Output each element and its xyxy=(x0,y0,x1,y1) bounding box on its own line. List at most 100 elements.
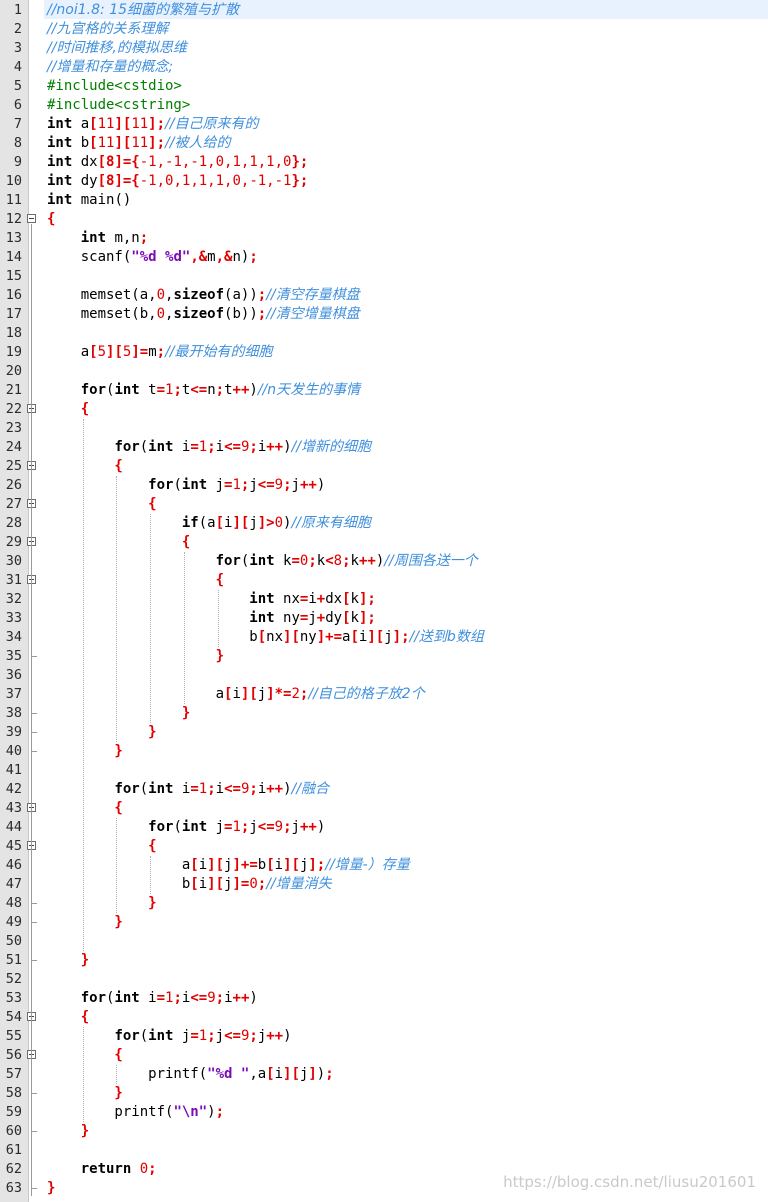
code-line[interactable]: 25 { xyxy=(0,457,768,476)
code-line[interactable]: 3 //时间推移,的模拟思维 xyxy=(0,39,768,58)
code-line[interactable]: 2 //九宫格的关系理解 xyxy=(0,20,768,39)
code-token: ]; xyxy=(358,610,376,626)
code-token: #include<cstdio> xyxy=(47,78,182,94)
code-line[interactable]: 60 } xyxy=(0,1122,768,1141)
code-line[interactable]: 35 } xyxy=(0,647,768,666)
code-line[interactable]: 37 a[i][j]*=2;//自己的格子放2个 xyxy=(0,685,768,704)
code-line[interactable]: 4 //增量和存量的概念; xyxy=(0,58,768,77)
code-line[interactable]: 5 #include<cstdio> xyxy=(0,77,768,96)
code-line[interactable]: 50 xyxy=(0,932,768,951)
code-line[interactable]: 6 #include<cstring> xyxy=(0,96,768,115)
code-line[interactable]: 30 for(int k=0;k<8;k++)//周围各送一个 xyxy=(0,552,768,571)
code-line[interactable]: 12 { xyxy=(0,210,768,229)
code-line[interactable]: 18 xyxy=(0,324,768,343)
code-token: int xyxy=(47,154,73,170)
code-token: int xyxy=(148,1028,174,1044)
line-number: 6 xyxy=(13,97,22,113)
code-line[interactable]: 15 xyxy=(0,267,768,286)
code-line[interactable]: 49 } xyxy=(0,913,768,932)
line-number: 58 xyxy=(5,1085,22,1101)
code-line[interactable]: 45 { xyxy=(0,837,768,856)
code-line[interactable]: 21 for(int t=1;t<=n;t++)//n天发生的事情 xyxy=(0,381,768,400)
code-line[interactable]: 1 //noi1.8: 15细菌的繁殖与扩散 xyxy=(0,1,768,20)
code-token: ) xyxy=(249,990,258,1006)
code-token: //原来有细胞 xyxy=(291,515,371,531)
code-token: j xyxy=(249,477,258,493)
code-token: { xyxy=(47,496,157,512)
code-text: int nx=i+dx[k]; xyxy=(47,590,376,609)
code-line[interactable]: 54 { xyxy=(0,1008,768,1027)
code-line[interactable]: 51 } xyxy=(0,951,768,970)
line-number: 55 xyxy=(5,1028,22,1044)
code-token: int xyxy=(114,990,140,1006)
code-line[interactable]: 7 int a[11][11];//自己原来有的 xyxy=(0,115,768,134)
code-token: ][ xyxy=(367,629,385,645)
code-line[interactable]: 61 xyxy=(0,1141,768,1160)
code-token: int xyxy=(148,781,174,797)
code-line[interactable]: 10 int dy[8]={-1,0,1,1,1,0,-1,-1}; xyxy=(0,172,768,191)
code-token: m,n xyxy=(106,230,140,246)
code-line[interactable]: 33 int ny=j+dy[k]; xyxy=(0,609,768,628)
code-line[interactable]: 23 xyxy=(0,419,768,438)
code-line[interactable]: 43 { xyxy=(0,799,768,818)
code-line[interactable]: 17 memset(b,0,sizeof(b));//清空增量棋盘 xyxy=(0,305,768,324)
code-line[interactable]: 26 for(int j=1;j<=9;j++) xyxy=(0,476,768,495)
code-line[interactable]: 24 for(int i=1;i<=9;i++)//增新的细胞 xyxy=(0,438,768,457)
code-line[interactable]: 55 for(int j=1;j<=9;j++) xyxy=(0,1027,768,1046)
code-line[interactable]: 27 { xyxy=(0,495,768,514)
code-line[interactable]: 52 xyxy=(0,970,768,989)
code-line[interactable]: 46 a[i][j]+=b[i][j];//增量-）存量 xyxy=(0,856,768,875)
code-line[interactable]: 16 memset(a,0,sizeof(a));//清空存量棋盘 xyxy=(0,286,768,305)
fold-toggle-icon[interactable] xyxy=(27,214,36,223)
code-token: b xyxy=(47,876,191,892)
code-line[interactable]: 28 if(a[i][j]>0)//原来有细胞 xyxy=(0,514,768,533)
code-token: ][ xyxy=(207,857,225,873)
code-text: int m,n; xyxy=(47,229,148,248)
code-editor[interactable]: 1 //noi1.8: 15细菌的繁殖与扩散 2 //九宫格的关系理解 3 //时间推移,… xyxy=(0,0,768,1202)
code-line[interactable]: 20 xyxy=(0,362,768,381)
code-token: ++ xyxy=(266,439,284,455)
code-line[interactable]: 8 int b[11][11];//被人给的 xyxy=(0,134,768,153)
code-token: { xyxy=(47,800,123,816)
code-line[interactable]: 38 } xyxy=(0,704,768,723)
code-token: }; xyxy=(291,154,309,170)
code-line[interactable]: 44 for(int j=1;j<=9;j++) xyxy=(0,818,768,837)
code-line[interactable]: 41 xyxy=(0,761,768,780)
code-line[interactable]: 56 { xyxy=(0,1046,768,1065)
code-token: k xyxy=(350,591,359,607)
code-line[interactable]: 14 scanf("%d %d",&m,&n); xyxy=(0,248,768,267)
code-line[interactable]: 11 int main() xyxy=(0,191,768,210)
code-token: scanf( xyxy=(47,249,132,265)
code-line[interactable]: 13 int m,n; xyxy=(0,229,768,248)
code-line[interactable]: 40 } xyxy=(0,742,768,761)
code-line[interactable]: 29 { xyxy=(0,533,768,552)
code-line[interactable]: 58 } xyxy=(0,1084,768,1103)
code-text: } xyxy=(47,647,224,666)
code-token: }; xyxy=(291,173,309,189)
code-line[interactable]: 47 b[i][j]=0;//增量消失 xyxy=(0,875,768,894)
code-line[interactable]: 19 a[5][5]=m;//最开始有的细胞 xyxy=(0,343,768,362)
line-number: 5 xyxy=(13,78,22,94)
code-line[interactable]: 36 xyxy=(0,666,768,685)
code-line[interactable]: 39 } xyxy=(0,723,768,742)
code-line[interactable]: 9 int dx[8]={-1,-1,-1,0,1,1,1,0}; xyxy=(0,153,768,172)
code-line[interactable]: 53 for(int i=1;i<=9;i++) xyxy=(0,989,768,1008)
code-token: ; xyxy=(215,382,225,398)
code-line[interactable]: 48 } xyxy=(0,894,768,913)
code-line[interactable]: 34 b[nx][ny]+=a[i][j];//送到b数组 xyxy=(0,628,768,647)
code-line[interactable]: 59 printf("\n"); xyxy=(0,1103,768,1122)
code-token: { xyxy=(47,1047,123,1063)
code-line[interactable]: 57 printf("%d ",a[i][j]); xyxy=(0,1065,768,1084)
code-text: for(int i=1;i<=9;i++)//增新的细胞 xyxy=(47,438,371,457)
code-token: dx xyxy=(325,591,343,607)
code-line[interactable]: 31 { xyxy=(0,571,768,590)
code-token: a xyxy=(47,344,90,360)
code-line[interactable]: 42 for(int i=1;i<=9;i++)//融合 xyxy=(0,780,768,799)
code-token: ][ xyxy=(207,876,225,892)
code-line[interactable]: 32 int nx=i+dx[k]; xyxy=(0,590,768,609)
code-token: <= xyxy=(257,477,275,493)
code-line[interactable]: 22 { xyxy=(0,400,768,419)
code-token: for xyxy=(80,382,107,398)
